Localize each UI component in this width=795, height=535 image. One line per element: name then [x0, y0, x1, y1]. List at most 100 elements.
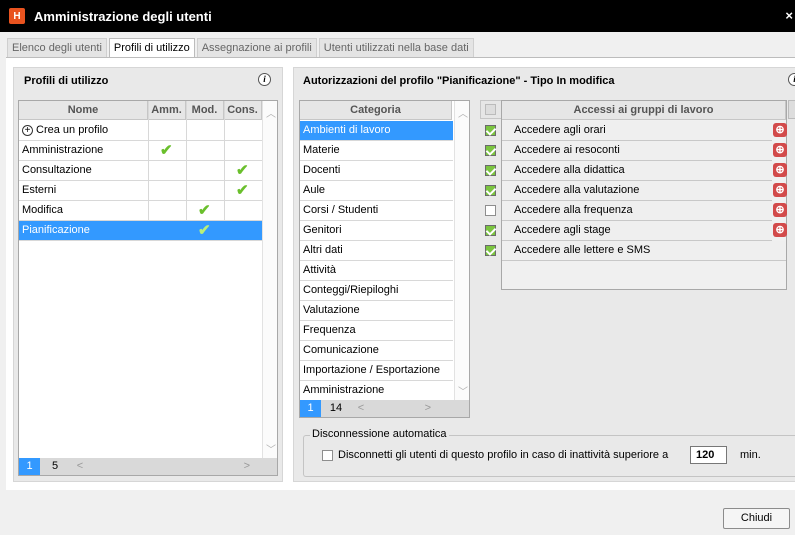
- create-profile-row[interactable]: + Crea un profilo: [19, 121, 262, 141]
- profile-name: Esterni: [22, 184, 57, 196]
- lifebuoy-icon[interactable]: ⊕: [773, 203, 787, 217]
- tab-profili-utilizzo[interactable]: Profili di utilizzo: [108, 38, 195, 59]
- profile-row-modifica[interactable]: Modifica ✔: [19, 201, 262, 221]
- category-item[interactable]: Ambienti di lavoro: [300, 121, 453, 141]
- access-label: Accedere agli stage: [514, 224, 611, 236]
- scroll-down-icon[interactable]: ﹀: [458, 383, 468, 398]
- access-checkbox[interactable]: [485, 205, 496, 216]
- scroll-down-icon[interactable]: ﹀: [266, 441, 276, 456]
- dialog: Elenco degli utenti Profili di utilizzo …: [0, 32, 795, 535]
- category-item[interactable]: Comunicazione: [300, 341, 453, 361]
- access-checkbox[interactable]: [485, 145, 496, 156]
- lifebuoy-icon[interactable]: ⊕: [773, 143, 787, 157]
- close-icon[interactable]: ×: [785, 8, 793, 23]
- app-icon: H: [9, 8, 25, 24]
- row-count: 14: [329, 402, 343, 414]
- access-grid: Accessi ai gruppi di lavoro Accedere agl…: [501, 100, 787, 290]
- column-amm[interactable]: Amm.: [148, 101, 186, 120]
- chevron-right-icon[interactable]: >: [90, 458, 250, 475]
- close-button[interactable]: Chiudi: [723, 508, 790, 529]
- access-row[interactable]: Accedere agli stage: [502, 221, 772, 241]
- category-item[interactable]: Attività: [300, 261, 453, 281]
- access-row[interactable]: Accedere alle lettere e SMS: [502, 241, 786, 261]
- minutes-unit: min.: [740, 449, 761, 461]
- category-item[interactable]: Genitori: [300, 221, 453, 241]
- profiles-panel: Profili di utilizzo i Nome Amm. Mod. Con…: [13, 67, 283, 482]
- auto-disconnect-checkbox[interactable]: [322, 450, 333, 461]
- access-label: Accedere alla didattica: [514, 164, 625, 176]
- lifebuoy-icon[interactable]: ⊕: [773, 183, 787, 197]
- info-icon[interactable]: i: [788, 73, 795, 86]
- access-label: Accedere alle lettere e SMS: [514, 244, 651, 256]
- check-all-header[interactable]: [480, 100, 502, 119]
- category-item[interactable]: Amministrazione: [300, 381, 453, 401]
- access-checkbox[interactable]: [485, 125, 496, 136]
- lifebuoy-icon[interactable]: ⊕: [773, 223, 787, 237]
- column-mod[interactable]: Mod.: [186, 101, 224, 120]
- chevron-right-icon[interactable]: >: [371, 400, 431, 417]
- column-cons[interactable]: Cons.: [224, 101, 262, 120]
- search-icon[interactable]: [788, 100, 795, 119]
- profile-row-pianificazione[interactable]: Pianificazione ✔: [19, 221, 262, 241]
- profiles-pager: 1 5 < >: [19, 458, 277, 475]
- column-categoria[interactable]: Categoria: [300, 101, 452, 120]
- chevron-left-icon[interactable]: <: [70, 458, 90, 475]
- category-item[interactable]: Altri dati: [300, 241, 453, 261]
- profile-row-amministrazione[interactable]: Amministrazione ✔: [19, 141, 262, 161]
- access-label: Accedere agli orari: [514, 124, 606, 136]
- page-number: 1: [19, 458, 40, 475]
- tab-assegnazione-profili[interactable]: Assegnazione ai profili: [196, 38, 317, 58]
- column-nome[interactable]: Nome: [19, 101, 148, 120]
- scroll-up-icon[interactable]: ︿: [458, 105, 468, 120]
- profiles-scrollbar[interactable]: ︿ ﹀: [262, 101, 277, 458]
- access-checkbox[interactable]: [485, 185, 496, 196]
- tab-content: Profili di utilizzo i Nome Amm. Mod. Con…: [6, 57, 795, 490]
- category-item[interactable]: Materie: [300, 141, 453, 161]
- access-checkbox[interactable]: [485, 165, 496, 176]
- profile-row-consultazione[interactable]: Consultazione ✔: [19, 161, 262, 181]
- category-item[interactable]: Frequenza: [300, 321, 453, 341]
- tab-utenti-base-dati[interactable]: Utenti utilizzati nella base dati: [318, 38, 474, 58]
- create-profile-label: Crea un profilo: [36, 124, 109, 136]
- tab-elenco-utenti[interactable]: Elenco degli utenti: [7, 38, 107, 58]
- profile-name: Consultazione: [22, 164, 92, 176]
- access-row[interactable]: Accedere ai resoconti: [502, 141, 772, 161]
- category-grid: Categoria Ambienti di lavoro Materie Docen…: [299, 100, 470, 418]
- permissions-panel: Autorizzazioni del profilo "Pianificazio…: [293, 67, 795, 482]
- category-item[interactable]: Corsi / Studenti: [300, 201, 453, 221]
- title-bar: H Amministrazione degli utenti ×: [0, 0, 795, 32]
- permissions-panel-title: Autorizzazioni del profilo "Pianificazio…: [303, 75, 615, 87]
- category-item[interactable]: Importazione / Esportazione: [300, 361, 453, 381]
- access-row[interactable]: Accedere alla valutazione: [502, 181, 772, 201]
- tab-bar: Elenco degli utenti Profili di utilizzo …: [7, 38, 476, 59]
- access-checkbox[interactable]: [485, 245, 496, 256]
- access-label: Accedere alla valutazione: [514, 184, 640, 196]
- category-item[interactable]: Conteggi/Riepiloghi: [300, 281, 453, 301]
- check-icon: ✔: [160, 142, 173, 159]
- profiles-grid: Nome Amm. Mod. Cons. + Crea un profilo Am…: [18, 100, 278, 476]
- lifebuoy-icon[interactable]: ⊕: [773, 123, 787, 137]
- check-all-checkbox[interactable]: [485, 104, 496, 115]
- column-accessi[interactable]: Accessi ai gruppi di lavoro: [502, 101, 786, 120]
- chevron-left-icon[interactable]: <: [351, 400, 371, 417]
- access-label: Accedere alla frequenza: [514, 204, 633, 216]
- category-item[interactable]: Docenti: [300, 161, 453, 181]
- auto-disconnect-label: Disconnetti gli utenti di questo profilo…: [338, 449, 669, 461]
- info-icon[interactable]: i: [258, 73, 271, 86]
- access-row[interactable]: Accedere alla frequenza: [502, 201, 772, 221]
- access-row[interactable]: Accedere agli orari: [502, 121, 772, 141]
- lifebuoy-icon[interactable]: ⊕: [773, 163, 787, 177]
- profile-row-esterni[interactable]: Esterni ✔: [19, 181, 262, 201]
- category-item[interactable]: Aule: [300, 181, 453, 201]
- access-checkbox[interactable]: [485, 225, 496, 236]
- row-count: 5: [51, 460, 59, 472]
- category-pager: 1 14 < >: [300, 400, 469, 417]
- profile-name: Pianificazione: [22, 224, 90, 236]
- check-icon: ✔: [236, 162, 249, 179]
- category-scrollbar[interactable]: ︿ ﹀: [454, 101, 469, 400]
- scroll-up-icon[interactable]: ︿: [266, 105, 276, 120]
- auto-disconnect-legend: Disconnessione automatica: [310, 428, 449, 440]
- category-item[interactable]: Valutazione: [300, 301, 453, 321]
- access-row[interactable]: Accedere alla didattica: [502, 161, 772, 181]
- minutes-input[interactable]: 120: [690, 446, 727, 464]
